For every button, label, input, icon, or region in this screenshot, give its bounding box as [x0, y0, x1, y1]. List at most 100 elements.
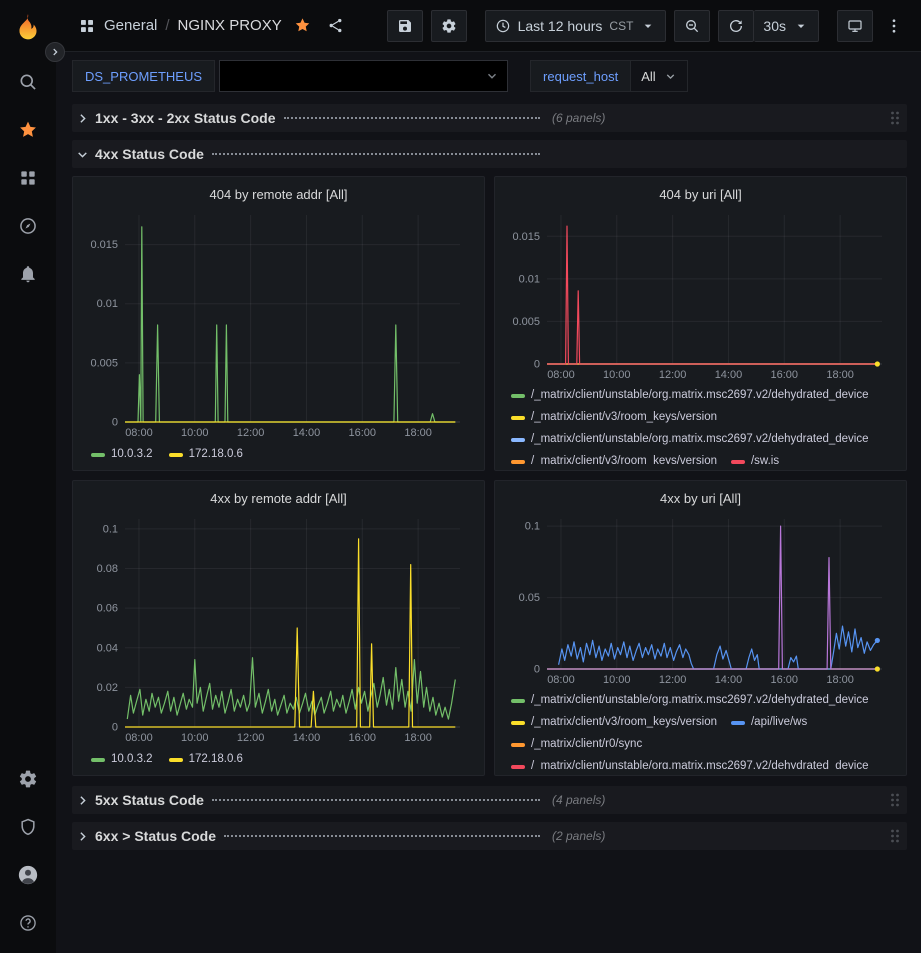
- svg-text:0.1: 0.1: [525, 521, 540, 533]
- sidebar-item-explore[interactable]: [0, 202, 56, 250]
- legend-item[interactable]: /api/live/ws: [731, 713, 807, 732]
- panel-title[interactable]: 4xx by uri [All]: [505, 487, 896, 511]
- sidebar-item-starred[interactable]: [0, 106, 56, 154]
- tv-mode-button[interactable]: [837, 10, 873, 42]
- breadcrumb-divider: /: [165, 17, 169, 34]
- save-dashboard-button[interactable]: [387, 10, 423, 42]
- chart-legend: /_matrix/client/unstable/org.matrix.msc2…: [505, 382, 896, 464]
- legend-item[interactable]: /_matrix/client/v3/room_keys/version: [511, 713, 717, 732]
- request-host-variable-label[interactable]: request_host: [530, 60, 631, 92]
- datasource-variable-label[interactable]: DS_PROMETHEUS: [72, 60, 215, 92]
- legend-label: 10.0.3.2: [111, 445, 153, 464]
- legend-item[interactable]: /_matrix/client/v3/room_keys/version: [511, 452, 717, 464]
- request-host-variable-select[interactable]: All: [631, 60, 687, 92]
- panel-4xx-by-remote-addr: 4xx by remote addr [All] 00.020.040.060.…: [72, 480, 485, 776]
- chart-legend: 10.0.3.2 172.18.0.6: [83, 745, 474, 769]
- svg-text:14:00: 14:00: [293, 427, 321, 439]
- legend-swatch-icon: [511, 765, 525, 769]
- dashboard-canvas: DS_PROMETHEUS request_host All: [56, 52, 921, 953]
- time-series-chart[interactable]: 00.020.040.060.080.108:0010:0012:0014:00…: [83, 511, 474, 745]
- grafana-logo[interactable]: [8, 8, 48, 48]
- dashboard-toolbar: Last 12 hours CST: [387, 10, 907, 42]
- favorite-star-button[interactable]: [290, 13, 315, 38]
- sidebar-expand-button[interactable]: [45, 42, 65, 62]
- row-drag-handle-icon[interactable]: [889, 792, 901, 808]
- svg-text:0.04: 0.04: [97, 642, 118, 654]
- panel-4xx-by-uri: 4xx by uri [All] 00.050.108:0010:0012:00…: [494, 480, 907, 776]
- svg-text:10:00: 10:00: [603, 369, 631, 381]
- time-range-picker[interactable]: Last 12 hours CST: [485, 10, 667, 42]
- legend-swatch-icon: [731, 460, 745, 464]
- legend-item[interactable]: /_matrix/client/v3/room_keys/version: [511, 408, 717, 427]
- svg-text:12:00: 12:00: [659, 674, 687, 686]
- row-dotted-leader: [284, 117, 540, 119]
- legend-item[interactable]: /_matrix/client/unstable/org.matrix.msc2…: [511, 757, 869, 769]
- legend-swatch-icon: [169, 758, 183, 762]
- row-drag-handle-icon[interactable]: [889, 828, 901, 844]
- datasource-variable-select[interactable]: [219, 60, 508, 92]
- time-series-chart[interactable]: 00.050.108:0010:0012:0014:0016:0018:00: [505, 511, 896, 687]
- refresh-interval-picker[interactable]: 30s: [754, 10, 819, 42]
- refresh-button[interactable]: [718, 10, 754, 42]
- chevron-right-icon: [76, 112, 89, 125]
- legend-label: /sw.js: [751, 452, 779, 464]
- row-drag-handle-icon[interactable]: [889, 110, 901, 126]
- row-header-5xx[interactable]: 5xx Status Code (4 panels): [72, 786, 907, 814]
- svg-text:18:00: 18:00: [826, 369, 854, 381]
- legend-item[interactable]: /_matrix/client/unstable/org.matrix.msc2…: [511, 430, 869, 449]
- request-host-variable-value: All: [641, 69, 655, 84]
- legend-item[interactable]: /_matrix/client/unstable/org.matrix.msc2…: [511, 386, 869, 405]
- chart-legend: /_matrix/client/unstable/org.matrix.msc2…: [505, 687, 896, 769]
- row-title: 6xx > Status Code: [95, 828, 216, 844]
- svg-text:0.01: 0.01: [97, 298, 118, 310]
- sidebar-nav: [0, 0, 56, 953]
- breadcrumb-section[interactable]: General: [104, 17, 157, 34]
- row-header-1xx-3xx-2xx[interactable]: 1xx - 3xx - 2xx Status Code (6 panels): [72, 104, 907, 132]
- legend-swatch-icon: [511, 438, 525, 442]
- legend-swatch-icon: [91, 758, 105, 762]
- sidebar-item-alerting[interactable]: [0, 250, 56, 298]
- legend-label: 172.18.0.6: [189, 750, 243, 769]
- more-options-button[interactable]: [881, 13, 907, 39]
- row-panel-count: (2 panels): [552, 829, 605, 843]
- kebab-icon: [885, 17, 903, 35]
- template-variables-row: DS_PROMETHEUS request_host All: [72, 60, 907, 92]
- row-header-4xx[interactable]: 4xx Status Code: [72, 140, 907, 168]
- chevron-down-icon: [485, 69, 499, 83]
- chevron-right-icon: [76, 794, 89, 807]
- sidebar-item-search[interactable]: [0, 58, 56, 106]
- sidebar-item-help[interactable]: [0, 899, 56, 947]
- legend-item[interactable]: 10.0.3.2: [91, 750, 153, 769]
- share-button[interactable]: [323, 13, 348, 38]
- panel-title[interactable]: 4xx by remote addr [All]: [83, 487, 474, 511]
- dashboard-settings-button[interactable]: [431, 10, 467, 42]
- legend-label: 172.18.0.6: [189, 445, 243, 464]
- panel-title[interactable]: 404 by uri [All]: [505, 183, 896, 207]
- sidebar-item-server-admin[interactable]: [0, 803, 56, 851]
- sidebar-item-configuration[interactable]: [0, 755, 56, 803]
- compass-icon: [18, 216, 38, 236]
- time-series-chart[interactable]: 00.0050.010.01508:0010:0012:0014:0016:00…: [505, 207, 896, 382]
- legend-item[interactable]: 10.0.3.2: [91, 445, 153, 464]
- svg-text:08:00: 08:00: [125, 427, 153, 439]
- legend-label: /_matrix/client/unstable/org.matrix.msc2…: [531, 386, 869, 405]
- svg-text:16:00: 16:00: [771, 369, 799, 381]
- legend-item[interactable]: 172.18.0.6: [169, 750, 243, 769]
- time-series-chart[interactable]: 00.0050.010.01508:0010:0012:0014:0016:00…: [83, 207, 474, 440]
- sidebar-item-profile[interactable]: [0, 851, 56, 899]
- sidebar-item-dashboards[interactable]: [0, 154, 56, 202]
- panel-title[interactable]: 404 by remote addr [All]: [83, 183, 474, 207]
- svg-text:16:00: 16:00: [771, 674, 799, 686]
- legend-item[interactable]: /_matrix/client/r0/sync: [511, 735, 642, 754]
- svg-text:0: 0: [112, 417, 118, 429]
- shield-icon: [18, 817, 38, 837]
- svg-text:0.015: 0.015: [512, 231, 540, 243]
- svg-text:08:00: 08:00: [547, 369, 575, 381]
- row-header-6xx[interactable]: 6xx > Status Code (2 panels): [72, 822, 907, 850]
- legend-item[interactable]: 172.18.0.6: [169, 445, 243, 464]
- legend-item[interactable]: /_matrix/client/unstable/org.matrix.msc2…: [511, 691, 869, 710]
- legend-item[interactable]: /sw.js: [731, 452, 779, 464]
- zoom-out-button[interactable]: [674, 10, 710, 42]
- star-icon: [294, 17, 311, 34]
- svg-text:0: 0: [534, 664, 540, 676]
